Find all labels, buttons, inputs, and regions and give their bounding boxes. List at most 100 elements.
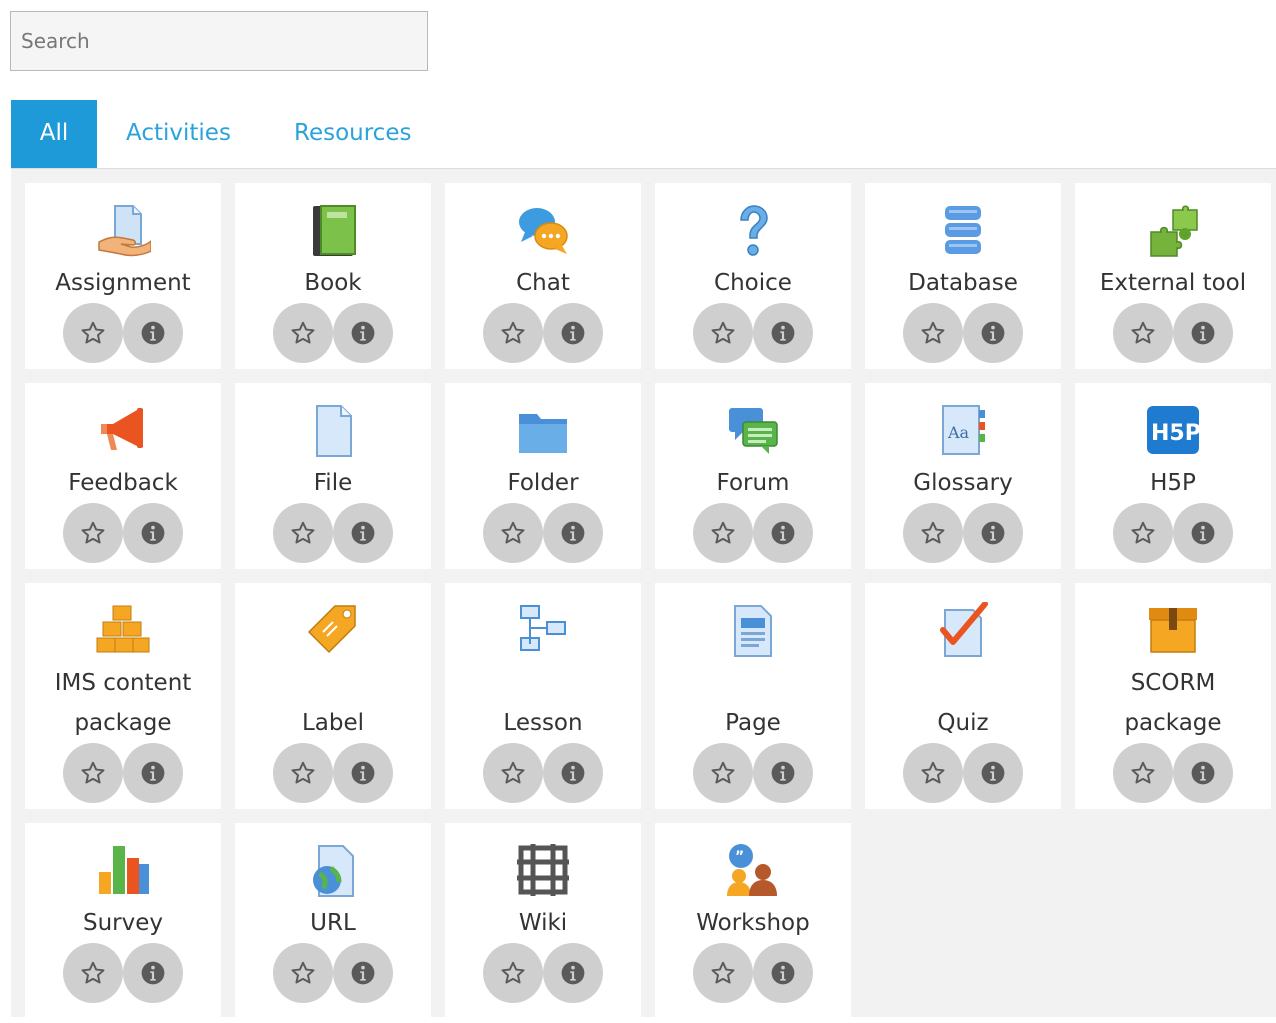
module-card-survey[interactable]: Survey [25,823,221,1023]
module-label: Choice [714,270,792,296]
info-icon[interactable] [543,943,603,1003]
file-icon [235,401,431,459]
module-card-folder[interactable]: Folder [445,383,641,569]
info-icon[interactable] [753,503,813,563]
info-icon[interactable] [123,303,183,363]
module-label: Forum [716,470,790,496]
module-label: Book [304,270,362,296]
info-icon[interactable] [333,303,393,363]
star-icon[interactable] [273,303,333,363]
module-card-glossary[interactable]: Aa Glossary [865,383,1061,569]
module-label: Feedback [68,470,178,496]
info-icon[interactable] [1173,303,1233,363]
module-label: Folder [507,470,579,496]
module-card-database[interactable]: Database [865,183,1061,369]
module-label: package [1124,710,1222,736]
module-card-assignment[interactable]: Assignment [25,183,221,369]
info-icon[interactable] [123,503,183,563]
module-card-book[interactable]: Book [235,183,431,369]
module-label: Chat [516,270,570,296]
star-icon[interactable] [63,503,123,563]
star-icon[interactable] [1113,303,1173,363]
search-input[interactable] [10,11,428,71]
quiz-icon [865,601,1061,659]
svg-text:”: ” [735,849,744,865]
module-label: Page [725,710,781,736]
star-icon[interactable] [273,943,333,1003]
h5p-icon: H5P [1075,401,1271,459]
module-card-h5p[interactable]: H5P H5P [1075,383,1271,569]
bar-chart-icon [25,841,221,899]
info-icon[interactable] [333,503,393,563]
star-icon[interactable] [693,303,753,363]
module-label: External tool [1099,270,1247,296]
info-icon[interactable] [333,743,393,803]
module-label: Wiki [518,910,568,936]
star-icon[interactable] [273,743,333,803]
module-card-wiki[interactable]: Wiki [445,823,641,1023]
info-icon[interactable] [1173,503,1233,563]
chat-icon [445,201,641,259]
module-card-label[interactable]: Label [235,583,431,809]
tab-activities[interactable]: Activities [126,100,256,168]
star-icon[interactable] [1113,503,1173,563]
module-label: Assignment [55,270,191,296]
module-label: Quiz [937,710,989,736]
module-label: SCORM [1130,670,1216,696]
module-card-quiz[interactable]: Quiz [865,583,1061,809]
star-icon[interactable] [1113,743,1173,803]
module-label: Label [301,710,365,736]
star-icon[interactable] [483,503,543,563]
star-icon[interactable] [483,743,543,803]
star-icon[interactable] [693,503,753,563]
info-icon[interactable] [963,303,1023,363]
module-card-page[interactable]: Page [655,583,851,809]
info-icon[interactable] [543,743,603,803]
module-card-lesson[interactable]: Lesson [445,583,641,809]
info-icon[interactable] [753,943,813,1003]
info-icon[interactable] [543,303,603,363]
info-icon[interactable] [963,503,1023,563]
info-icon[interactable] [753,303,813,363]
module-card-chat[interactable]: Chat [445,183,641,369]
info-icon[interactable] [963,743,1023,803]
url-globe-icon [235,841,431,899]
tab-resources[interactable]: Resources [294,100,424,168]
module-card-choice[interactable]: Choice [655,183,851,369]
module-label: Workshop [696,910,810,936]
info-icon[interactable] [333,943,393,1003]
module-card-external-tool[interactable]: External tool [1075,183,1271,369]
star-icon[interactable] [483,943,543,1003]
assignment-icon [25,201,221,259]
module-label: URL [310,910,356,936]
star-icon[interactable] [63,943,123,1003]
info-icon[interactable] [123,943,183,1003]
boxes-icon [25,601,221,659]
module-card-workshop[interactable]: ” Workshop [655,823,851,1023]
star-icon[interactable] [63,743,123,803]
puzzle-icon [1075,201,1271,259]
module-label: Glossary [913,470,1013,496]
module-label: IMS content [54,670,192,696]
info-icon[interactable] [1173,743,1233,803]
tab-all[interactable]: All [11,100,97,168]
module-card-ims-content-package[interactable]: IMS content package [25,583,221,809]
module-card-feedback[interactable]: Feedback [25,383,221,569]
star-icon[interactable] [903,303,963,363]
star-icon[interactable] [483,303,543,363]
scorm-box-icon [1075,601,1271,659]
star-icon[interactable] [903,503,963,563]
info-icon[interactable] [123,743,183,803]
star-icon[interactable] [693,743,753,803]
module-card-forum[interactable]: Forum [655,383,851,569]
module-card-file[interactable]: File [235,383,431,569]
star-icon[interactable] [903,743,963,803]
star-icon[interactable] [63,303,123,363]
star-icon[interactable] [693,943,753,1003]
info-icon[interactable] [543,503,603,563]
module-card-url[interactable]: URL [235,823,431,1023]
module-card-scorm-package[interactable]: SCORM package [1075,583,1271,809]
info-icon[interactable] [753,743,813,803]
star-icon[interactable] [273,503,333,563]
megaphone-icon [25,401,221,459]
